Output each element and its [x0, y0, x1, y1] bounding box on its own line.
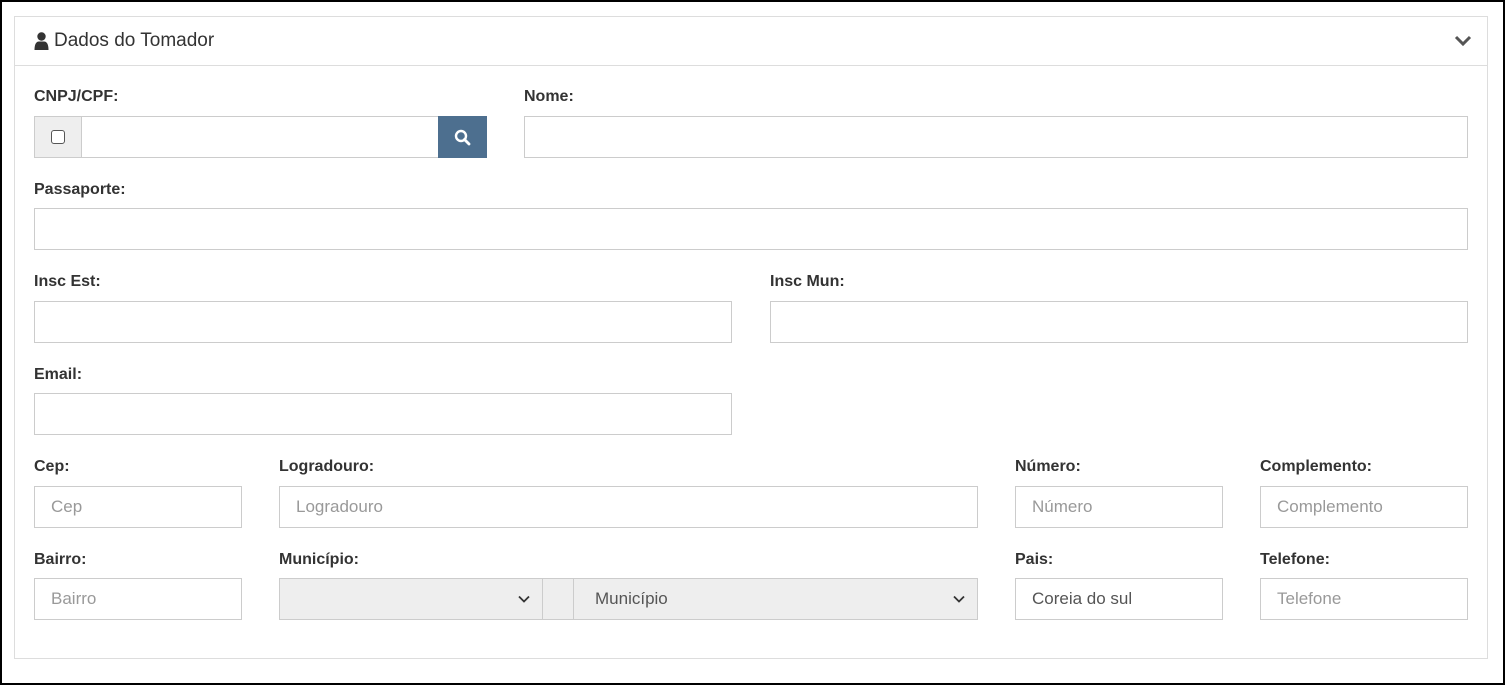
insc-est-label: Insc Est: [34, 273, 101, 290]
passaporte-label: Passaporte: [34, 181, 126, 198]
logradouro-label: Logradouro: [279, 458, 375, 475]
chevron-down-icon [518, 595, 530, 603]
nome-label: Nome: [524, 88, 574, 105]
panel-title-wrap: Dados do Tomador [34, 30, 214, 52]
complemento-input[interactable]: Complemento [1260, 486, 1468, 528]
cnpj-checkbox-addon [34, 116, 82, 158]
telefone-label: Telefone: [1260, 551, 1330, 568]
municipio-separator [542, 578, 574, 620]
numero-placeholder: Número [1032, 497, 1093, 516]
telefone-input[interactable]: Telefone [1260, 578, 1468, 620]
email-input[interactable] [34, 393, 732, 435]
cnpj-checkbox[interactable] [51, 130, 65, 144]
bairro-placeholder: Bairro [51, 589, 97, 608]
search-icon [454, 129, 471, 145]
cnpj-search-button[interactable] [438, 116, 487, 158]
numero-label: Número: [1015, 458, 1081, 475]
municipio-label: Município: [279, 551, 359, 568]
cep-input[interactable]: Cep [34, 486, 242, 528]
passaporte-input[interactable] [34, 208, 1468, 250]
user-icon [34, 32, 49, 50]
municipio-select[interactable]: Município [573, 578, 978, 620]
pais-value: Coreia do sul [1032, 589, 1133, 608]
bairro-input[interactable]: Bairro [34, 578, 242, 620]
nome-input[interactable] [524, 116, 1468, 158]
complemento-placeholder: Complemento [1277, 497, 1383, 516]
chevron-down-icon[interactable] [1454, 35, 1472, 47]
insc-mun-input[interactable] [770, 301, 1468, 343]
panel-title: Dados do Tomador [54, 30, 215, 51]
cnpj-input[interactable] [81, 116, 439, 158]
telefone-placeholder: Telefone [1277, 589, 1342, 608]
pais-label: Pais: [1015, 551, 1054, 568]
municipio-select-value: Município [595, 589, 668, 608]
cnpj-label: CNPJ/CPF: [34, 88, 119, 105]
cep-label: Cep: [34, 458, 70, 475]
uf-select[interactable] [279, 578, 543, 620]
logradouro-input[interactable]: Logradouro [279, 486, 978, 528]
pais-input[interactable]: Coreia do sul [1015, 578, 1223, 620]
cep-placeholder: Cep [51, 497, 83, 516]
logradouro-placeholder: Logradouro [296, 497, 383, 516]
numero-input[interactable]: Número [1015, 486, 1223, 528]
chevron-down-icon [953, 595, 965, 603]
email-label: Email: [34, 366, 83, 383]
insc-est-input[interactable] [34, 301, 732, 343]
insc-mun-label: Insc Mun: [770, 273, 845, 290]
bairro-label: Bairro: [34, 551, 87, 568]
panel-heading[interactable]: Dados do Tomador [15, 17, 1487, 66]
complemento-label: Complemento: [1260, 458, 1372, 475]
